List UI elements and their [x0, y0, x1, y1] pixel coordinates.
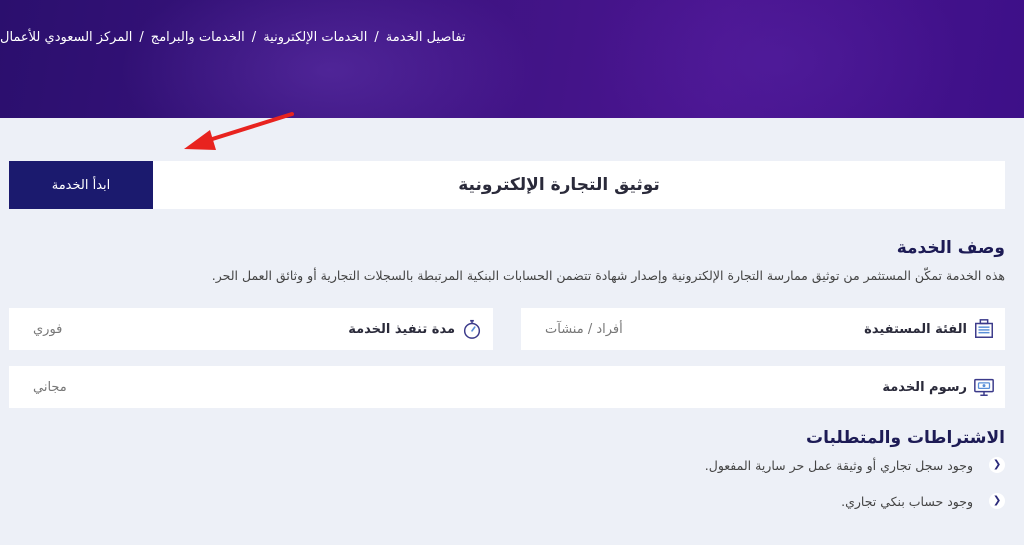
- beneficiary-value: أفراد / منشآت: [545, 321, 623, 337]
- service-header-bar: ابدأ الخدمة توثيق التجارة الإلكترونية: [9, 161, 1005, 209]
- chevron-left-icon: ❮: [989, 493, 1005, 509]
- description-heading: وصف الخدمة: [896, 238, 1005, 258]
- stopwatch-icon: [463, 319, 481, 339]
- fees-box: رسوم الخدمة مجاني: [9, 366, 1005, 408]
- duration-box: مدة تنفيذ الخدمة فوري: [9, 308, 493, 350]
- fees-value: مجاني: [33, 379, 67, 395]
- duration-label: مدة تنفيذ الخدمة: [348, 321, 455, 337]
- requirement-text: وجود سجل تجاري أو وثيقة عمل حر سارية الم…: [704, 457, 973, 473]
- breadcrumb-services-programs[interactable]: الخدمات والبرامج: [151, 30, 245, 45]
- beneficiary-label: الفئة المستفيدة: [864, 321, 967, 337]
- description-text: هذه الخدمة تمكّن المستثمر من توثيق ممارس…: [211, 268, 1005, 283]
- breadcrumb-e-services[interactable]: الخدمات الإلكترونية: [263, 30, 367, 45]
- list-item: ❮ وجود سجل تجاري أو وثيقة عمل حر سارية ا…: [15, 455, 1005, 475]
- list-item: ❮ وجود حساب بنكي تجاري.: [15, 491, 1005, 511]
- hero-banner: المركز السعودي للأعمال / الخدمات والبرام…: [0, 0, 1024, 118]
- chevron-left-icon: ❮: [989, 457, 1005, 473]
- fees-label: رسوم الخدمة: [882, 379, 967, 395]
- beneficiary-box: الفئة المستفيدة أفراد / منشآت: [521, 308, 1005, 350]
- breadcrumb-separator: /: [139, 30, 144, 45]
- annotation-arrow-icon: [184, 112, 294, 150]
- breadcrumb-current: تفاصيل الخدمة: [385, 30, 466, 45]
- breadcrumb-separator: /: [251, 30, 257, 45]
- start-service-button[interactable]: ابدأ الخدمة: [9, 161, 153, 209]
- requirements-heading: الاشتراطات والمتطلبات: [806, 428, 1005, 448]
- monitor-money-icon: [974, 378, 994, 396]
- requirement-text: وجود حساب بنكي تجاري.: [841, 493, 973, 509]
- requirements-list: ❮ وجود سجل تجاري أو وثيقة عمل حر سارية ا…: [15, 455, 1005, 527]
- breadcrumb-home[interactable]: المركز السعودي للأعمال: [0, 30, 132, 45]
- duration-value: فوري: [33, 321, 63, 337]
- service-title: توثيق التجارة الإلكترونية: [458, 175, 660, 195]
- breadcrumb: المركز السعودي للأعمال / الخدمات والبرام…: [0, 30, 1014, 45]
- building-icon: [975, 319, 993, 338]
- breadcrumb-separator: /: [374, 30, 379, 45]
